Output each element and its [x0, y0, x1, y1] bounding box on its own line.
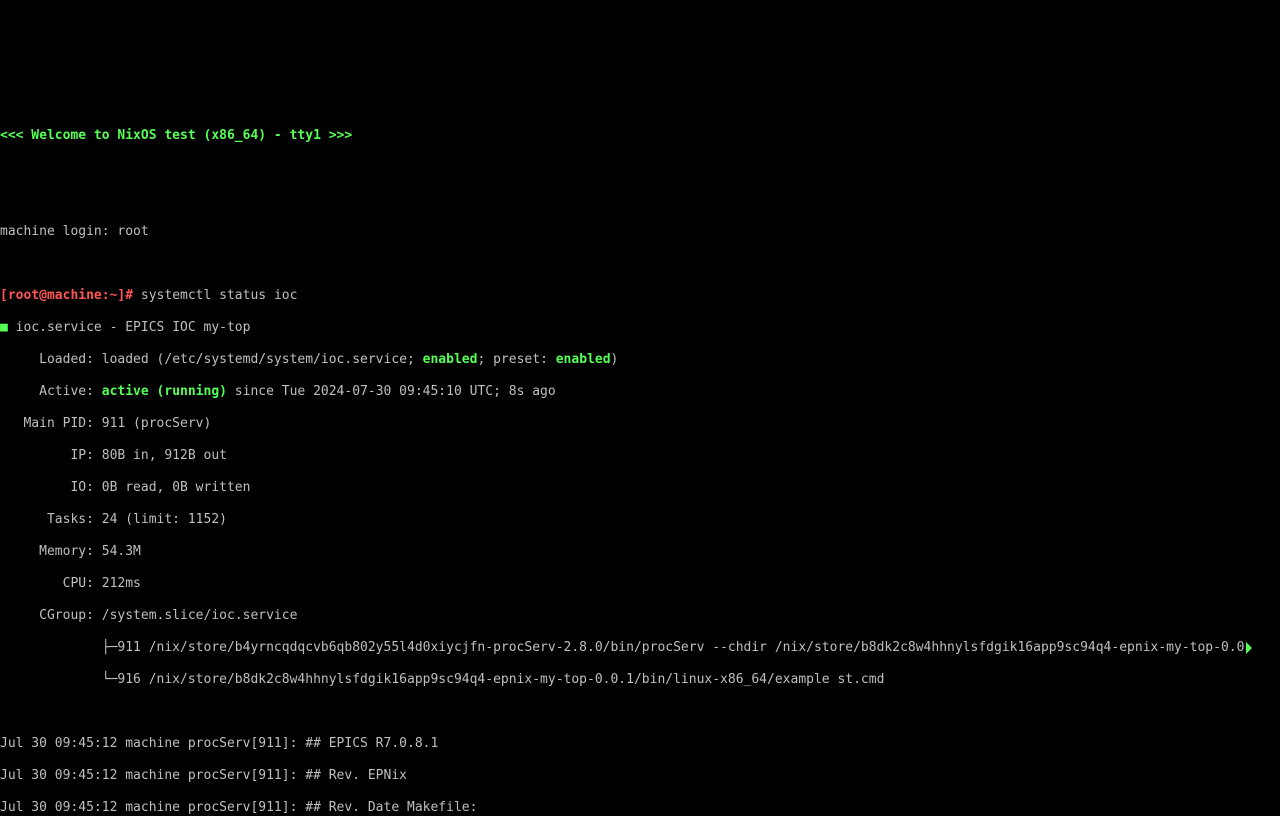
memory-line: Memory: 54.3M	[0, 544, 1280, 560]
blank-line	[0, 160, 1280, 176]
terminal[interactable]: <<< Welcome to NixOS test (x86_64) - tty…	[0, 80, 1280, 816]
main-pid-line: Main PID: 911 (procServ)	[0, 416, 1280, 432]
blank-line	[0, 256, 1280, 272]
service-header: ■ ioc.service - EPICS IOC my-top	[0, 320, 1280, 336]
active-label: Active:	[0, 384, 102, 399]
loaded-line: Loaded: loaded (/etc/systemd/system/ioc.…	[0, 352, 1280, 368]
loaded-value: ; preset:	[477, 352, 555, 367]
active-line: Active: active (running) since Tue 2024-…	[0, 384, 1280, 400]
enabled-text: enabled	[423, 352, 478, 367]
cgroup-child-line: └─916 /nix/store/b8dk2c8w4hhnylsfdgik16a…	[0, 672, 1280, 688]
command-text: systemctl status ioc	[133, 288, 297, 303]
status-dot-icon: ■	[0, 320, 8, 335]
loaded-value: )	[611, 352, 619, 367]
active-state: active (running)	[102, 384, 227, 399]
active-since: since Tue 2024-07-30 09:45:10 UTC; 8s ag…	[227, 384, 556, 399]
prompt-line: [root@machine:~]# systemctl status ioc	[0, 288, 1280, 304]
blank-line	[0, 192, 1280, 208]
tasks-line: Tasks: 24 (limit: 1152)	[0, 512, 1280, 528]
cpu-line: CPU: 212ms	[0, 576, 1280, 592]
cgroup-line: CGroup: /system.slice/ioc.service	[0, 608, 1280, 624]
login-prompt: machine login: root	[0, 224, 1280, 240]
shell-prompt: [root@machine:~]#	[0, 288, 133, 303]
loaded-value: loaded (/etc/systemd/system/ioc.service;	[102, 352, 423, 367]
log-line: Jul 30 09:45:12 machine procServ[911]: #…	[0, 800, 1280, 816]
loaded-label: Loaded:	[0, 352, 102, 367]
service-name: ioc.service - EPICS IOC my-top	[8, 320, 251, 335]
cgroup-child-text: ├─911 /nix/store/b4yrncqdqcvb6qb802y55l4…	[0, 640, 1244, 656]
welcome-banner: <<< Welcome to NixOS test (x86_64) - tty…	[0, 128, 1280, 144]
ip-line: IP: 80B in, 912B out	[0, 448, 1280, 464]
enabled-text: enabled	[556, 352, 611, 367]
cgroup-child-line: ├─911 /nix/store/b4yrncqdqcvb6qb802y55l4…	[0, 640, 1280, 656]
io-line: IO: 0B read, 0B written	[0, 480, 1280, 496]
log-line: Jul 30 09:45:12 machine procServ[911]: #…	[0, 736, 1280, 752]
blank-line	[0, 704, 1280, 720]
log-line: Jul 30 09:45:12 machine procServ[911]: #…	[0, 768, 1280, 784]
